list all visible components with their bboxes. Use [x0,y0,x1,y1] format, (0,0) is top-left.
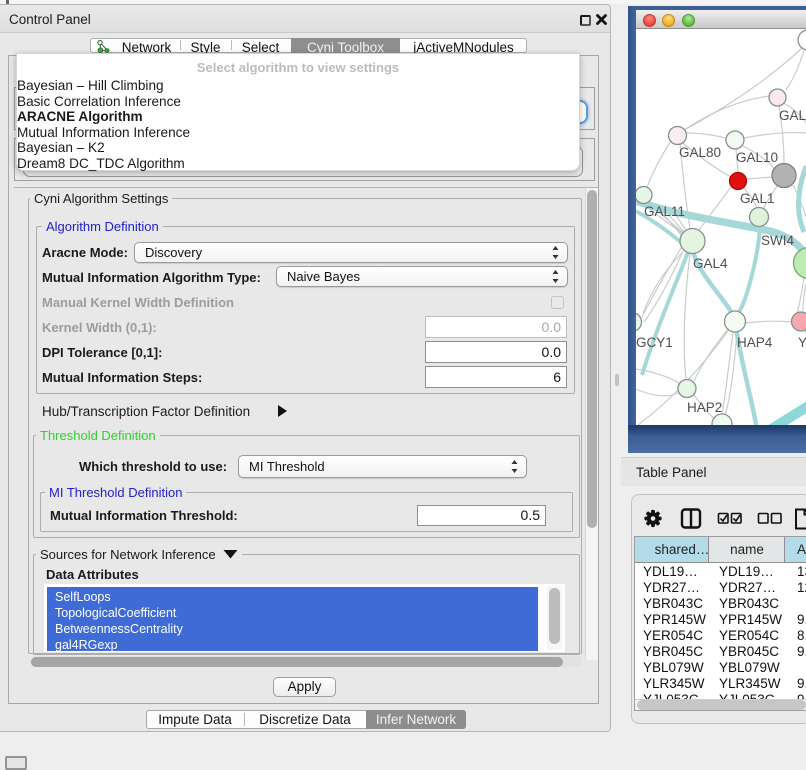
svg-text:GAL10: GAL10 [736,150,778,165]
svg-text:GCY1: GCY1 [636,335,673,350]
svg-text:GAL11: GAL11 [644,204,685,219]
svg-text:GAL4: GAL4 [693,256,728,271]
svg-text:SWI4: SWI4 [761,233,794,248]
svg-text:GAL80: GAL80 [679,145,721,160]
svg-text:HAP4: HAP4 [737,335,773,350]
svg-text:GAL7: GAL7 [779,108,806,123]
svg-text:HAP2: HAP2 [687,400,722,415]
svg-text:GAL1: GAL1 [740,191,775,206]
svg-text:Y: Y [798,335,806,350]
